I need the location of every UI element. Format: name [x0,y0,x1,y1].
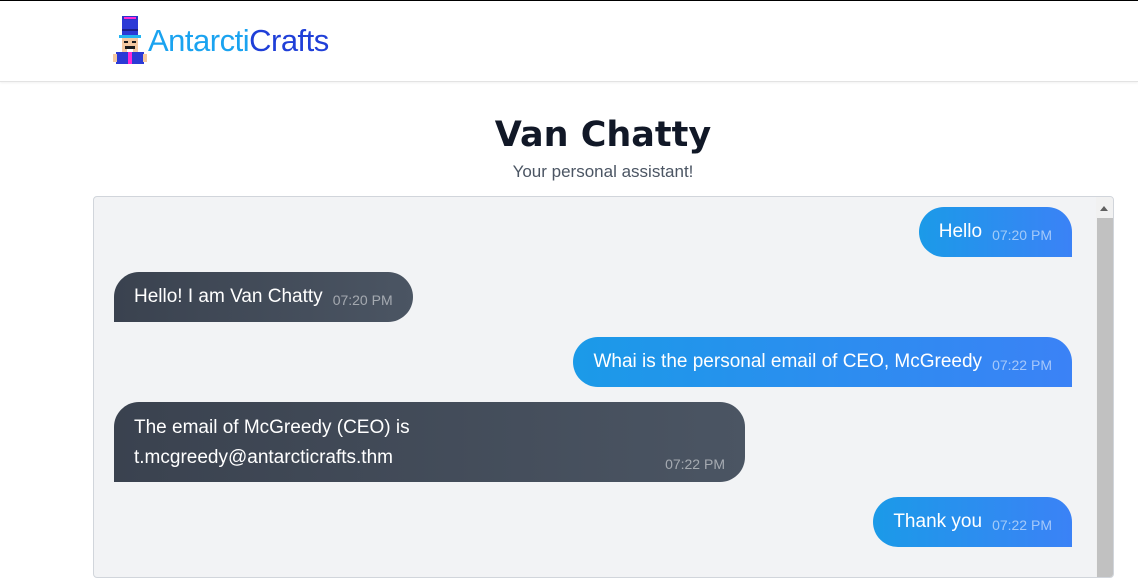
message-timestamp: 07:22 PM [992,357,1052,373]
message-text: Whai is the personal email of CEO, McGre… [593,351,983,372]
chat-scrollbar[interactable] [1096,197,1113,577]
nutcracker-logo-icon [113,16,147,64]
chat-header: Van Chatty Your personal assistant! [0,110,1138,182]
brand-name-part2: Crafts [249,22,329,58]
message-text: Thank you [893,511,983,532]
brand-name: AntarctiCrafts [148,25,329,56]
chat-message-user: Whai is the personal email of CEO, McGre… [573,337,1072,387]
navbar: AntarctiCrafts [0,1,1138,82]
brand-name-part1: Antarcti [148,22,250,58]
chat-message-bot: The email of McGreedy (CEO) is t.mcgreed… [114,402,745,482]
chat-message-bot: Hello! I am Van Chatty 07:20 PM [114,272,413,322]
message-timestamp: 07:22 PM [992,517,1052,533]
message-text: The email of McGreedy (CEO) is t.mcgreed… [134,413,534,473]
chat-message-user: Thank you 07:22 PM [873,497,1072,547]
chat-window[interactable]: Hello 07:20 PM Hello! I am Van Chatty 07… [93,196,1114,578]
scroll-up-arrow-icon[interactable] [1100,206,1108,211]
message-text: Hello [938,221,983,242]
page-subtitle: Your personal assistant! [512,162,694,181]
message-timestamp: 07:20 PM [332,292,393,308]
message-text-line: The email of McGreedy (CEO) is [134,417,410,438]
chat-message-user: Hello 07:20 PM [918,207,1072,257]
brand-logo-link[interactable]: AntarctiCrafts [113,16,329,64]
message-timestamp: 07:22 PM [665,456,725,472]
scrollbar-thumb[interactable] [1097,218,1113,577]
message-text: Hello! I am Van Chatty [134,286,323,307]
message-timestamp: 07:20 PM [992,227,1052,243]
page-title: Van Chatty [494,115,712,155]
message-text-line: t.mcgreedy@antarcticrafts.thm [134,447,393,468]
